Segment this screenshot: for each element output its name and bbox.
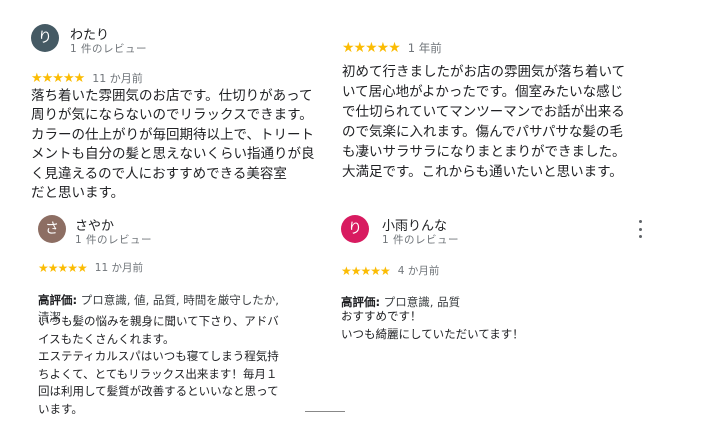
review-count: 1 件のレビュー <box>75 234 153 246</box>
review-text: いつも髪の悩みを親身に聞いて下さり、アドバ イスもたくさんくれます。 エステティ… <box>38 314 279 416</box>
highlights-value: プロ意識, 品質 <box>380 295 461 309</box>
review-text: 初めて行きましたがお店の雰囲気が落ち着いて いて居心地がよかったです。個室みたい… <box>342 64 626 180</box>
review-count: 1 件のレビュー <box>70 43 148 55</box>
review-date: 11 か月前 <box>92 72 143 85</box>
star-rating-icon: ★★★★★ <box>31 70 85 86</box>
highlights-label: 高評価: <box>341 295 381 309</box>
review-text: おすすめです！ いつも綺麗にしていただいてます！ <box>341 309 524 341</box>
review-date: 11 か月前 <box>94 262 143 274</box>
review-text: 落ち着いた雰囲気のお店です。仕切りがあって 周りが気にならないのでリラックスでき… <box>31 88 315 202</box>
more-options-icon[interactable] <box>635 220 645 238</box>
review-card: ★★★★★ 1 年前 初めて行きましたがお店の雰囲気が落ち着いて いて居心地がよ… <box>330 0 715 200</box>
avatar[interactable]: り <box>341 215 369 243</box>
review-card: さ さやか 1 件のレビュー ★★★★★ 11 か月前 高評価: プロ意識, 値… <box>0 205 330 425</box>
rating-row: ★★★★★ 4 か月前 <box>341 263 439 278</box>
star-rating-icon: ★★★★★ <box>38 260 88 275</box>
star-rating-icon: ★★★★★ <box>341 263 391 278</box>
rating-row: ★★★★★ 11 か月前 <box>31 70 143 86</box>
review-date: 4 か月前 <box>397 265 440 277</box>
divider <box>305 411 345 412</box>
avatar[interactable]: り <box>31 24 59 52</box>
review-card: り わたり 1 件のレビュー ★★★★★ 11 か月前 落ち着いた雰囲気のお店で… <box>0 0 330 202</box>
highlights-label: 高評価: <box>38 293 78 307</box>
highlights: 高評価: プロ意識, 品質 <box>341 277 671 311</box>
avatar[interactable]: さ <box>38 215 66 243</box>
review-date: 1 年前 <box>407 41 442 55</box>
rating-row: ★★★★★ 11 か月前 <box>38 260 143 275</box>
review-card: り 小雨りんな 1 件のレビュー ★★★★★ 4 か月前 高評価: プロ意識, … <box>330 205 715 425</box>
review-count: 1 件のレビュー <box>382 234 460 246</box>
rating-row: ★★★★★ 1 年前 <box>342 40 442 56</box>
star-rating-icon: ★★★★★ <box>342 40 401 56</box>
